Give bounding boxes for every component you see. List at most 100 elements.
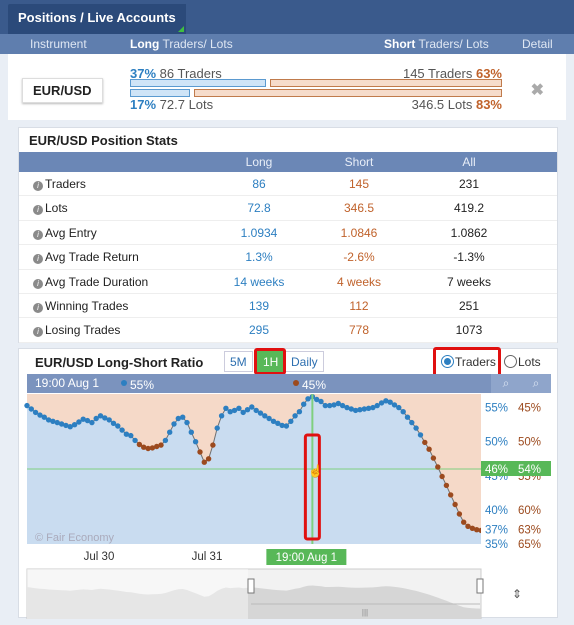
short-lots-pct: 83%	[475, 97, 502, 112]
stats-row-label: i Avg Trade Return	[33, 250, 139, 265]
ratio-point	[452, 501, 458, 508]
ratio-point	[128, 432, 134, 439]
ratio-point	[192, 439, 199, 445]
last-long-label: 37%	[485, 524, 508, 536]
stats-row: i Winning Trades 139 112 251	[19, 294, 557, 319]
crosshair-time-label: 19:00 Aug 1	[276, 552, 337, 564]
stats-header-long: Long	[245, 155, 273, 169]
info-icon[interactable]: i	[33, 229, 43, 240]
ratio-point	[24, 402, 30, 409]
stats-row: i Avg Entry 1.0934 1.0846 1.0862	[19, 221, 557, 246]
axis-label-short: 65%	[518, 539, 541, 551]
stats-all-value: -1.3%	[453, 250, 485, 265]
stats-row-label: i Avg Entry	[33, 226, 97, 240]
info-icon[interactable]: i	[33, 278, 43, 289]
ratio-point	[28, 406, 34, 412]
ratio-point	[223, 405, 229, 411]
stats-row-text: Avg Trade Duration	[45, 274, 149, 289]
info-icon[interactable]: i	[33, 327, 43, 338]
navigator-handle-left[interactable]	[247, 578, 255, 594]
scroll-grip-icon[interactable]: |||	[362, 608, 368, 617]
stats-row-label: i Winning Trades	[33, 299, 128, 313]
stats-long-value: 14 weeks	[233, 274, 285, 289]
stats-row: i Avg Trade Return 1.3% -2.6% -1.3%	[19, 245, 557, 270]
stats-row-text: Avg Entry	[45, 225, 97, 240]
info-icon[interactable]: i	[33, 302, 43, 313]
ratio-point	[422, 439, 428, 446]
info-icon[interactable]: i	[33, 254, 43, 265]
ratio-point	[210, 442, 216, 448]
ratio-point	[162, 437, 169, 444]
scroll-arrows-icon[interactable]: ⇕	[512, 587, 522, 601]
col-short-bold: Short	[384, 37, 416, 51]
navigator-handle-right[interactable]	[476, 578, 484, 594]
panel-title-tab[interactable]: Positions / Live Accounts	[8, 4, 186, 34]
short-lots-summary: 346.5 Lots 83%	[412, 97, 502, 112]
top-bar: Positions / Live Accounts	[0, 0, 574, 34]
summary-row: EUR/USD 37% 86 Traders 145 Traders 63% 1…	[8, 54, 566, 120]
position-stats-panel: EUR/USD Position Stats Long Short All iT…	[18, 127, 558, 343]
ratio-point	[288, 418, 294, 424]
stats-all-value: 1.0862	[450, 225, 488, 240]
ratio-point	[214, 425, 220, 431]
column-header-bar: Instrument Long Traders/ Lots Short Trad…	[0, 34, 574, 54]
ratio-point	[443, 482, 450, 489]
ratio-point	[249, 404, 255, 410]
ratio-point	[205, 456, 212, 462]
short-lots-bar	[194, 89, 502, 97]
stats-row: i Traders 86 145 231	[19, 172, 557, 197]
x-label-jul30: Jul 30	[84, 551, 115, 563]
stats-long-value: 1.3%	[245, 250, 273, 265]
ratio-point	[439, 473, 445, 480]
current-short-label: 54%	[518, 464, 541, 476]
long-lots-bar	[130, 89, 190, 97]
stats-row-label: i Lots	[33, 201, 68, 216]
stats-short-value: 778	[348, 323, 370, 338]
ratio-point	[396, 404, 402, 411]
ratio-chart[interactable]: © Fair Economy☝55% 45%50% 50%45% 55%40% 60%3…	[19, 349, 559, 619]
long-lots-count: 72.7 Lots	[159, 97, 214, 112]
ratio-point	[292, 413, 298, 419]
ratio-point	[197, 449, 203, 455]
stats-long-value: 295	[248, 323, 270, 338]
info-icon[interactable]: i	[33, 181, 43, 191]
stats-row-text: Winning Trades	[45, 298, 129, 313]
col-short-rest: Traders/ Lots	[415, 37, 489, 51]
info-icon[interactable]: i	[33, 205, 43, 216]
stats-row-text: Losing Trades	[45, 323, 121, 338]
col-instrument: Instrument	[30, 37, 87, 51]
x-label-jul31: Jul 31	[192, 551, 223, 563]
stats-short-value: 112	[349, 298, 369, 313]
ratio-point	[400, 409, 406, 415]
stats-all-value: 7 weeks	[446, 274, 492, 289]
stats-row-text: Avg Trade Return	[45, 250, 139, 265]
ratio-point	[201, 459, 207, 465]
col-long-rest: Traders/ Lots	[159, 37, 233, 51]
stats-row-label: i Losing Trades	[33, 323, 121, 338]
stats-rows: i Traders 86 145 231 i Lots 72.8 346.5 419.2 i Avg …	[19, 172, 557, 343]
ratio-point	[283, 423, 290, 429]
instrument-label[interactable]: EUR/USD	[22, 78, 103, 103]
ratio-point	[417, 432, 424, 438]
ratio-point	[413, 425, 419, 431]
ratio-point	[435, 464, 441, 470]
ratio-point	[188, 429, 194, 435]
ratio-point	[461, 519, 467, 525]
stats-short-value: 145	[348, 177, 370, 191]
axis-label-long: 50%	[485, 437, 508, 449]
close-icon[interactable]: ✖	[531, 80, 544, 100]
ratio-point	[448, 492, 454, 498]
ratio-point	[318, 398, 324, 405]
stats-all-value: 251	[458, 298, 480, 313]
ratio-point	[158, 442, 164, 448]
last-short-label: 63%	[518, 524, 541, 536]
ratio-chart-panel: EUR/USD Long-Short Ratio 5M 1H Daily Tra…	[18, 347, 559, 619]
ratio-point	[184, 419, 190, 426]
ratio-point	[132, 437, 138, 444]
ratio-point	[115, 423, 121, 429]
watermark: © Fair Economy	[35, 532, 115, 544]
ratio-point	[180, 414, 186, 420]
ratio-point	[409, 419, 415, 426]
ratio-point	[171, 421, 177, 427]
long-lots-summary: 17% 72.7 Lots	[130, 97, 213, 112]
